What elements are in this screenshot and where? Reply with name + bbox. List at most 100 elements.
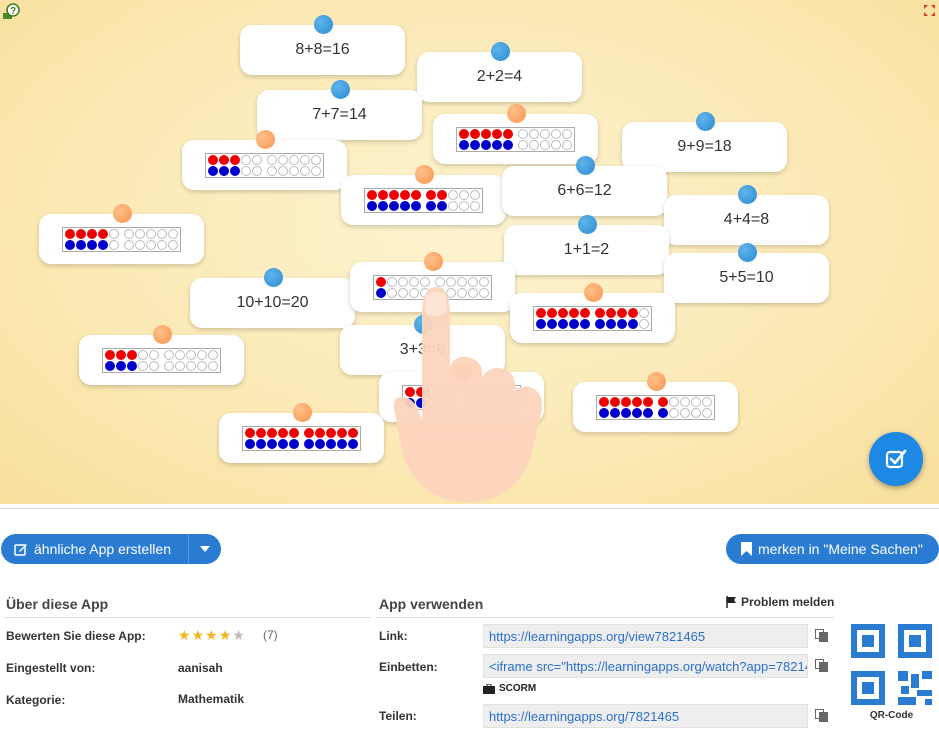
red-dot bbox=[65, 228, 75, 239]
text-card[interactable]: 1+1=2 bbox=[504, 215, 669, 275]
red-dot bbox=[315, 427, 325, 438]
blue-dot bbox=[621, 407, 631, 418]
empty-dot bbox=[289, 154, 299, 165]
share-label: Teilen: bbox=[379, 709, 417, 723]
red-dot bbox=[289, 427, 299, 438]
empty-dot bbox=[157, 228, 167, 239]
blue-dot bbox=[98, 239, 108, 250]
embed-code-field[interactable]: <iframe src="https://learningapps.org/wa… bbox=[483, 654, 808, 678]
empty-dot bbox=[562, 139, 572, 150]
red-dot bbox=[621, 396, 631, 407]
blue-dot bbox=[219, 165, 229, 176]
pin-icon bbox=[414, 165, 434, 184]
text-card[interactable]: 10+10=20 bbox=[190, 268, 355, 328]
red-dot bbox=[127, 349, 137, 360]
blue-dot bbox=[658, 407, 668, 418]
copy-icon[interactable] bbox=[815, 709, 828, 722]
author-value[interactable]: aanisah bbox=[178, 661, 223, 675]
blue-dot bbox=[245, 438, 255, 449]
blue-dot bbox=[315, 438, 325, 449]
rating-count: (7) bbox=[263, 628, 278, 642]
empty-dot bbox=[146, 239, 156, 250]
check-button[interactable] bbox=[869, 432, 923, 486]
text-card[interactable]: 4+4=8 bbox=[664, 185, 829, 245]
red-dot bbox=[459, 128, 469, 139]
qr-code[interactable] bbox=[851, 624, 932, 705]
pin-icon bbox=[423, 252, 443, 271]
chevron-down-icon[interactable] bbox=[189, 534, 221, 564]
dot-card[interactable] bbox=[433, 104, 598, 164]
blue-dot bbox=[367, 200, 377, 211]
red-dot bbox=[610, 396, 620, 407]
report-problem-label: Problem melden bbox=[741, 595, 835, 609]
empty-dot bbox=[448, 189, 458, 200]
empty-dot bbox=[691, 407, 701, 418]
pin-icon bbox=[695, 112, 715, 131]
text-card[interactable]: 6+6=12 bbox=[502, 156, 667, 216]
blue-dot bbox=[503, 139, 513, 150]
svg-text:?: ? bbox=[10, 6, 16, 17]
resize-icon[interactable] bbox=[923, 4, 936, 17]
red-dot bbox=[580, 307, 590, 318]
rating-stars[interactable]: ★ ★ ★ ★ ★ bbox=[178, 627, 245, 644]
blue-dot bbox=[105, 360, 115, 371]
text-card[interactable]: 7+7=14 bbox=[257, 80, 422, 140]
red-dot bbox=[606, 307, 616, 318]
star-icon[interactable]: ★ bbox=[219, 627, 232, 644]
star-icon[interactable]: ★ bbox=[192, 627, 205, 644]
red-dot bbox=[256, 427, 266, 438]
dot-card[interactable] bbox=[219, 403, 384, 463]
text-card[interactable]: 9+9=18 bbox=[622, 112, 787, 172]
copy-icon[interactable] bbox=[815, 659, 828, 672]
similar-app-main[interactable]: ähnliche App erstellen bbox=[1, 534, 189, 564]
red-dot bbox=[105, 349, 115, 360]
empty-dot bbox=[175, 349, 185, 360]
empty-dot bbox=[669, 407, 679, 418]
bookmark-button[interactable]: merken in "Meine Sachen" bbox=[726, 534, 939, 564]
red-dot bbox=[278, 427, 288, 438]
star-icon[interactable]: ★ bbox=[178, 627, 191, 644]
twenty-frame bbox=[102, 347, 221, 373]
blue-dot bbox=[348, 438, 358, 449]
blue-dot bbox=[580, 318, 590, 329]
empty-dot bbox=[311, 165, 321, 176]
scorm-link[interactable]: SCORM bbox=[483, 683, 536, 694]
dot-card[interactable] bbox=[573, 372, 738, 432]
help-icon[interactable]: ? bbox=[2, 3, 20, 21]
share-url-field[interactable]: https://learningapps.org/7821465 bbox=[483, 704, 808, 728]
similar-app-button[interactable]: ähnliche App erstellen bbox=[1, 534, 221, 564]
red-dot bbox=[595, 307, 605, 318]
dot-card[interactable] bbox=[341, 165, 506, 225]
red-dot bbox=[658, 396, 668, 407]
about-title: Über diese App bbox=[6, 596, 109, 612]
dot-card[interactable] bbox=[39, 204, 204, 264]
star-icon[interactable]: ★ bbox=[232, 627, 245, 644]
category-label: Kategorie: bbox=[6, 693, 66, 707]
empty-dot bbox=[208, 349, 218, 360]
empty-dot bbox=[311, 154, 321, 165]
dot-card[interactable] bbox=[182, 130, 347, 190]
empty-dot bbox=[146, 228, 156, 239]
twenty-frame bbox=[364, 187, 483, 213]
report-problem-link[interactable]: Problem melden bbox=[726, 595, 834, 609]
link-url-field[interactable]: https://learningapps.org/view7821465 bbox=[483, 624, 808, 648]
text-card[interactable]: 2+2=4 bbox=[417, 42, 582, 102]
empty-dot bbox=[300, 154, 310, 165]
empty-dot bbox=[278, 154, 288, 165]
red-dot bbox=[98, 228, 108, 239]
use-divider bbox=[376, 617, 834, 618]
copy-icon[interactable] bbox=[815, 629, 828, 642]
category-value[interactable]: Mathematik bbox=[178, 692, 244, 706]
text-card[interactable]: 5+5=10 bbox=[664, 243, 829, 303]
empty-dot bbox=[186, 349, 196, 360]
blue-dot bbox=[632, 407, 642, 418]
pin-icon bbox=[263, 268, 283, 287]
link-label: Link: bbox=[379, 629, 408, 643]
similar-app-label: ähnliche App erstellen bbox=[34, 541, 171, 557]
dot-card[interactable] bbox=[79, 325, 244, 385]
pin-icon bbox=[737, 185, 757, 204]
empty-dot bbox=[241, 165, 251, 176]
star-icon[interactable]: ★ bbox=[205, 627, 218, 644]
empty-dot bbox=[551, 128, 561, 139]
text-card[interactable]: 8+8=16 bbox=[240, 15, 405, 75]
